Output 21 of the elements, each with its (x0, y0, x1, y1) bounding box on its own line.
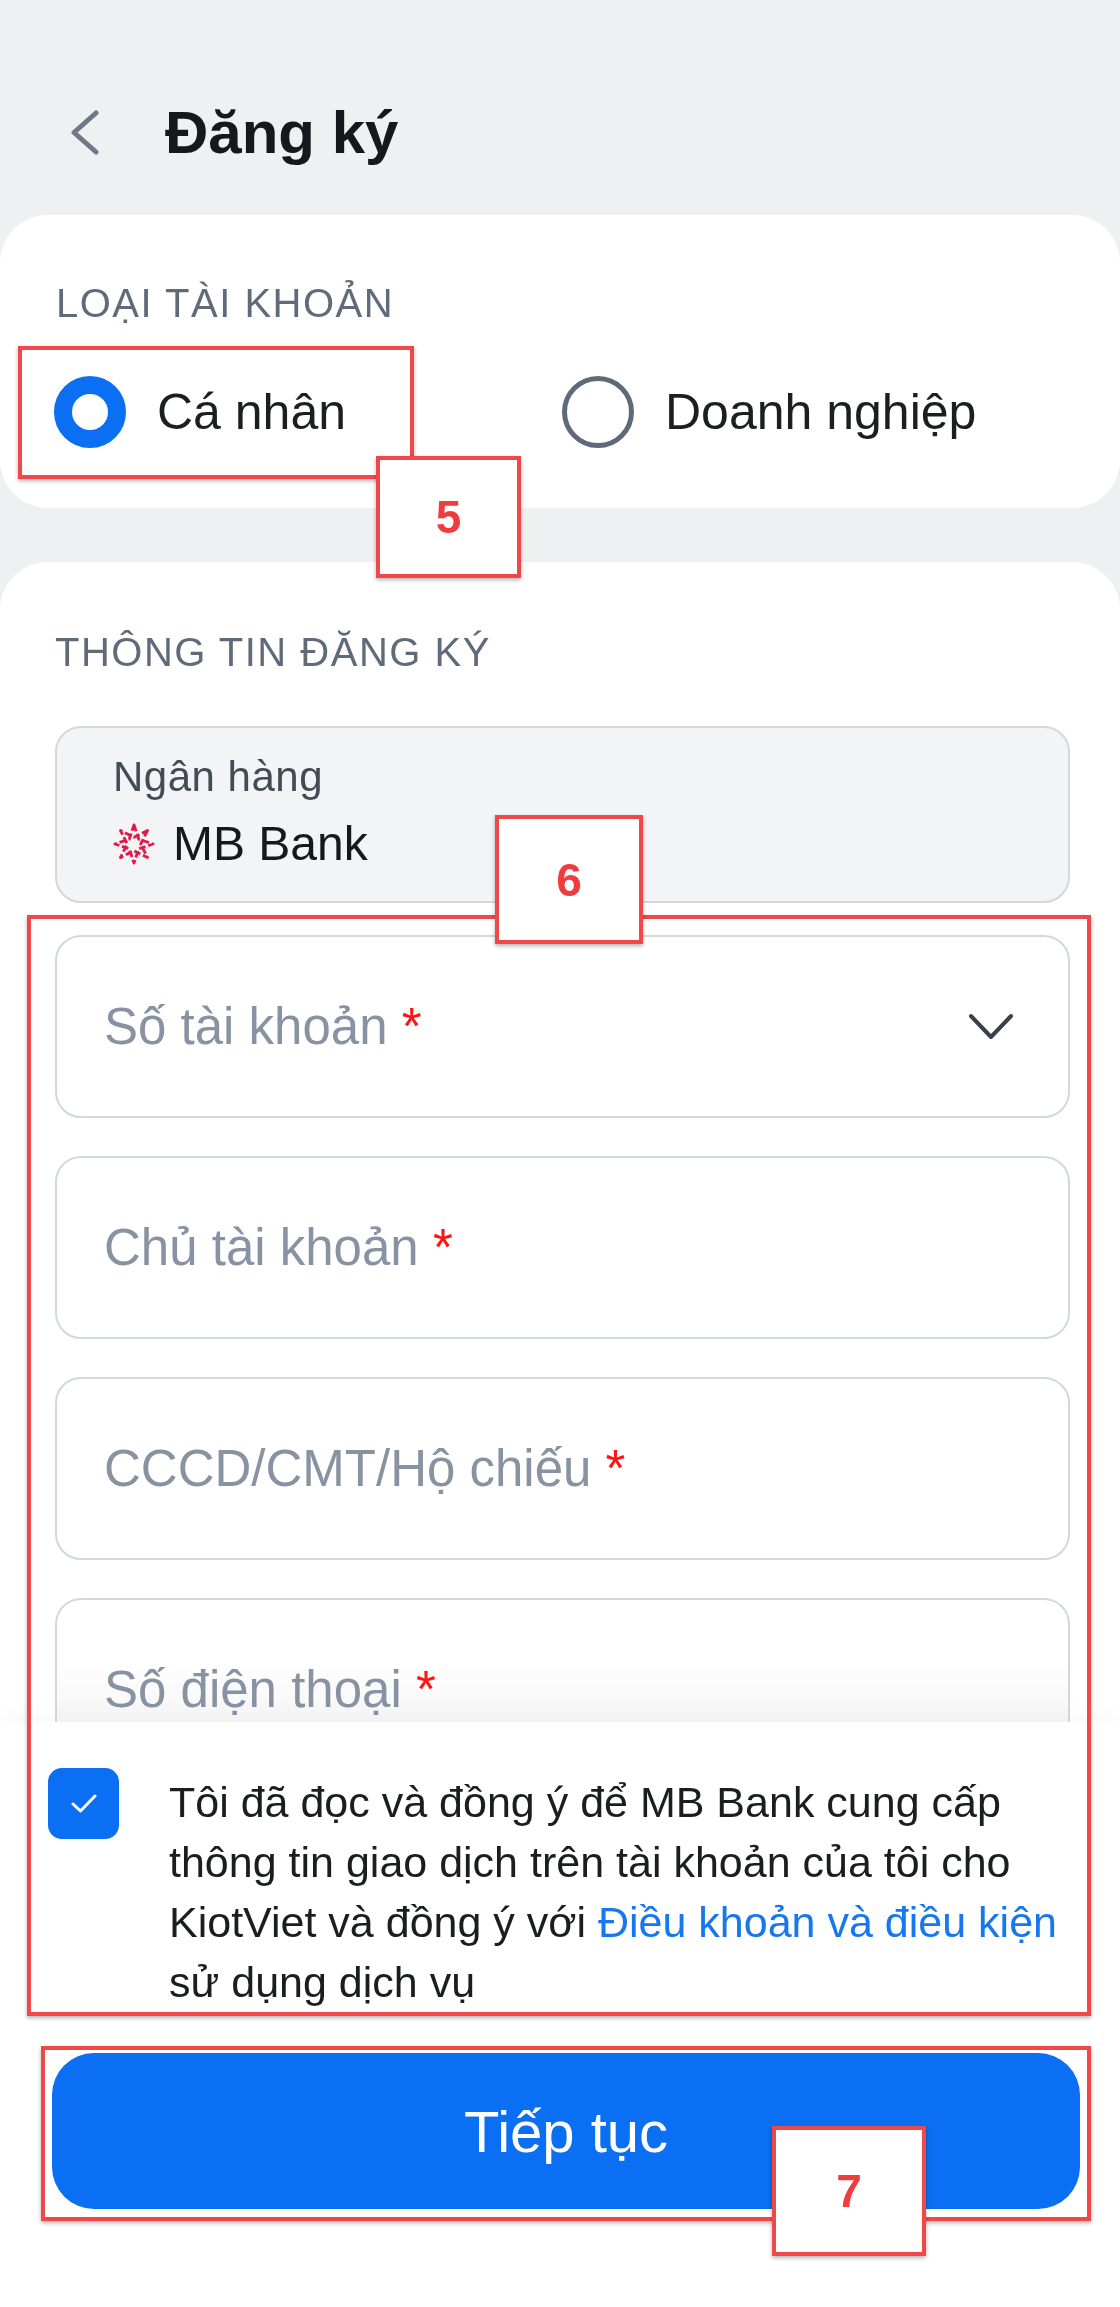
option-label[interactable]: Doanh nghiệp (665, 382, 977, 442)
consent-text: Tôi đã đọc và đồng ý để MB Bank cung cấp thông tin giao dịch trên tài khoản của tôi cho KiotViet và đồng ý với Điều khoản và điều kiện sử dụng dịch vụ (169, 1777, 1058, 2008)
field-value: MB Bank (173, 819, 368, 869)
field-label: Ngân hàng (113, 753, 324, 801)
checkbox[interactable] (48, 1768, 119, 1839)
input-field[interactable]: Số điện thoại * (55, 1598, 1070, 1722)
option-label[interactable]: Cá nhân (157, 382, 347, 442)
step-number: 5 (376, 456, 521, 578)
check-icon (70, 1794, 97, 1813)
page-title: Đăng ký (165, 97, 399, 168)
input-field[interactable]: Chủ tài khoản * (55, 1156, 1070, 1339)
terms-link[interactable]: Điều khoản và điều kiện (598, 1898, 1057, 1946)
back-icon[interactable] (69, 110, 100, 155)
step-number: 7 (772, 2126, 926, 2256)
chevron-down-icon (968, 1012, 1014, 1041)
dropdown-field[interactable]: Số tài khoản * (55, 935, 1070, 1118)
input-field[interactable]: CCCD/CMT/Hộ chiếu * (55, 1377, 1070, 1560)
section-label: THÔNG TIN ĐĂNG KÝ (55, 629, 492, 675)
section-label: LOẠI TÀI KHOẢN (56, 280, 396, 326)
step-number: 6 (495, 815, 643, 944)
star-logo-icon (113, 823, 155, 865)
